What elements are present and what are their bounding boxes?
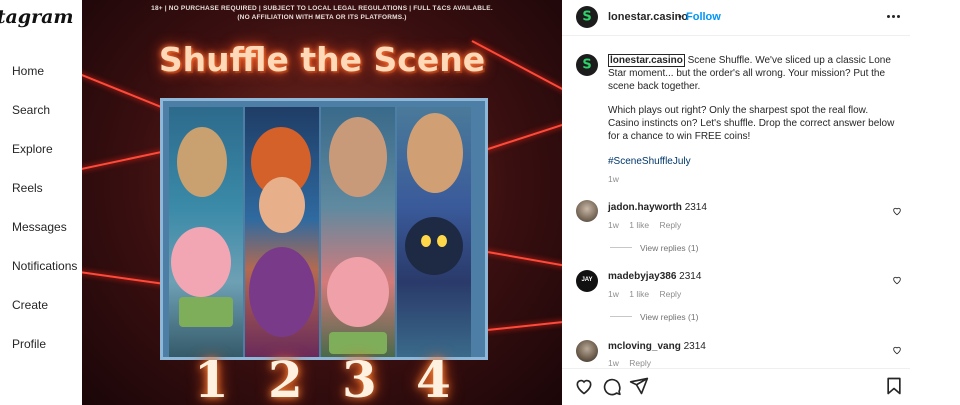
sidebar-item-messages[interactable]: Messages [12,220,67,234]
laser-beam [477,319,562,332]
heart-icon[interactable] [892,275,902,285]
character-illustration [407,113,463,193]
post-image[interactable]: 18+ | NO PURCHASE REQUIRED | SUBJECT TO … [82,0,562,405]
hashtag-link[interactable]: #SceneShuffleJuly [608,156,691,167]
disclaimer-text: (NO AFFILIATION WITH META OR ITS PLATFOR… [237,14,407,21]
comment-time[interactable]: 1w [608,289,619,299]
scene-panel-4 [397,107,471,357]
comment-username[interactable]: madebyjay386 [608,271,676,282]
scene-number-2: 2 [268,350,303,405]
bomb-eye [421,235,431,247]
caption-paragraph-2: Which plays out right? Only the sharpest… [608,105,895,142]
sidebar: stagram Home Search Explore Reels Messag… [0,0,82,405]
header-divider [562,35,910,36]
laser-beam [82,270,172,286]
pig-illustration [327,257,389,327]
bomb-eye [437,235,447,247]
sidebar-item-create[interactable]: Create [12,298,48,312]
reply-button[interactable]: Reply [629,358,651,368]
replies-line [610,247,632,248]
follow-button[interactable]: Follow [686,11,721,23]
heart-icon[interactable] [892,206,902,216]
character-illustration [177,127,227,197]
cash-illustration [179,297,233,327]
author-username[interactable]: lonestar.casino [608,11,688,23]
scene-panel-2 [245,107,319,357]
comment-avatar[interactable] [576,200,598,222]
actions-divider [562,368,910,369]
character-face-illustration [259,177,305,233]
scene-panel-3 [321,107,395,357]
bookmark-icon[interactable] [884,376,904,396]
instagram-logo[interactable]: stagram [0,6,74,28]
scene-number-4: 4 [416,350,451,405]
sidebar-item-profile[interactable]: Profile [12,337,46,351]
sidebar-item-notifications[interactable]: Notifications [12,259,77,273]
comment-avatar[interactable]: JAY [576,270,598,292]
separator-dot: • [678,11,682,23]
view-replies-button[interactable]: View replies (1) [640,312,698,322]
scene-number-3: 3 [342,350,377,405]
sidebar-item-reels[interactable]: Reels [12,181,43,195]
comment-meta: 1w 1 like Reply [608,289,681,299]
author-avatar[interactable]: S [576,6,598,28]
scene-frame [160,98,488,360]
post-details-panel: S lonestar.casino • Follow S lonestar.ca… [562,0,910,405]
comment-meta: 1w 1 like Reply [608,220,681,230]
comment-time[interactable]: 1w [608,220,619,230]
comment-row: mcloving_vang 2314 [608,341,706,352]
bomb-illustration [405,217,463,275]
more-icon[interactable] [887,13,901,21]
heart-icon[interactable] [892,345,902,355]
pig-illustration [171,227,231,297]
reply-button[interactable]: Reply [659,289,681,299]
comment-text: 2314 [684,202,707,213]
scene-number-1: 1 [194,350,229,405]
comment-row: madebyjay386 2314 [608,271,701,282]
comment-row: jadon.hayworth 2314 [608,202,707,213]
view-replies-button[interactable]: View replies (1) [640,243,698,253]
comment-username[interactable]: jadon.hayworth [608,202,682,213]
reply-button[interactable]: Reply [659,220,681,230]
comment-icon[interactable] [602,376,622,396]
post-headline: Shuffle the Scene [158,40,486,79]
laser-beam [481,250,562,270]
comment-text: 2314 [683,341,706,352]
sidebar-item-home[interactable]: Home [12,64,44,78]
post-caption: lonestar.casino Scene Shuffle. We've sli… [608,54,900,156]
comment-meta: 1w Reply [608,358,651,368]
comment-text: 2314 [679,271,702,282]
share-icon[interactable] [629,376,649,396]
sidebar-item-explore[interactable]: Explore [12,142,53,156]
laser-beam [82,149,171,172]
character-illustration [329,117,387,197]
scene-panel-1 [169,107,243,357]
comment-likes[interactable]: 1 like [629,220,649,230]
comment-username[interactable]: mcloving_vang [608,341,681,352]
disclaimer-text: 18+ | NO PURCHASE REQUIRED | SUBJECT TO … [151,5,493,12]
like-icon[interactable] [574,376,594,396]
comment-time[interactable]: 1w [608,358,619,368]
comment-avatar[interactable] [576,340,598,362]
character-body-illustration [249,247,315,337]
caption-mention[interactable]: lonestar.casino [608,54,685,67]
laser-beam [481,119,562,152]
comment-likes[interactable]: 1 like [629,289,649,299]
caption-author-avatar[interactable]: S [576,54,598,76]
replies-line [610,316,632,317]
sidebar-item-search[interactable]: Search [12,103,50,117]
caption-time[interactable]: 1w [608,174,619,184]
